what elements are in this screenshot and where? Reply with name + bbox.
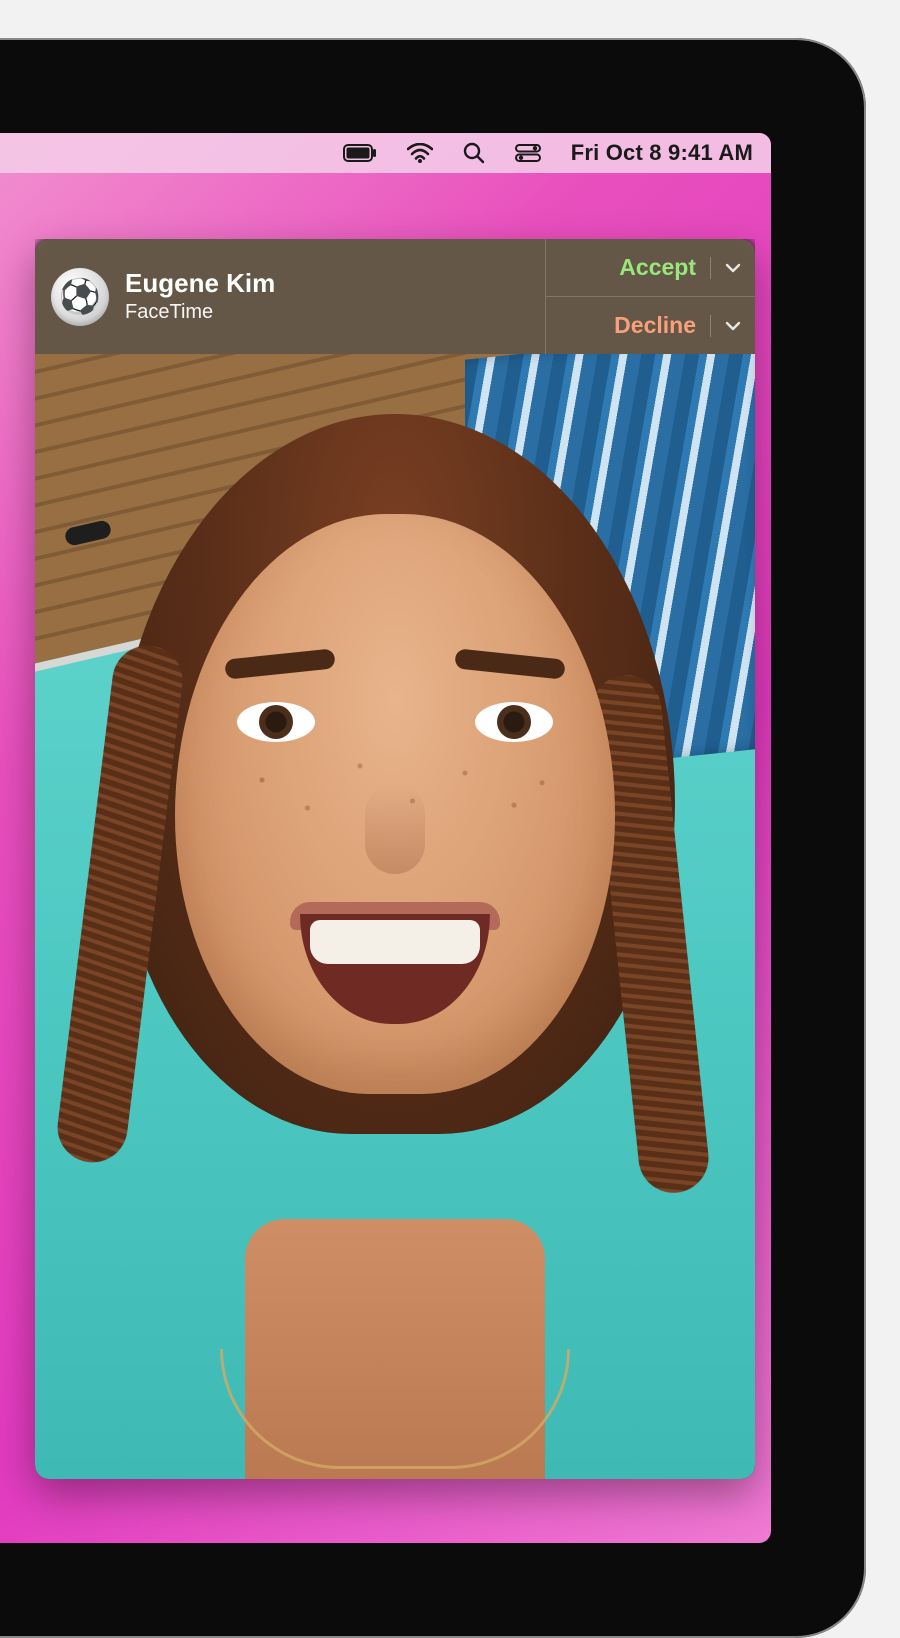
call-actions: Accept Decline [545, 239, 755, 354]
device-frame: Fri Oct 8 9:41 AM ⚽ Eugene Kim FaceTime … [0, 38, 866, 1638]
incoming-call-bar: ⚽ Eugene Kim FaceTime Accept Dec [35, 239, 755, 354]
search-icon[interactable] [463, 142, 485, 164]
caller-avatar: ⚽ [51, 268, 109, 326]
desktop-screen: Fri Oct 8 9:41 AM ⚽ Eugene Kim FaceTime … [0, 133, 771, 1543]
battery-icon[interactable] [343, 144, 377, 162]
soccer-ball-icon: ⚽ [59, 277, 101, 317]
caller-info: Eugene Kim FaceTime [125, 269, 275, 324]
accept-button[interactable]: Accept [546, 239, 755, 296]
divider [710, 315, 711, 337]
wifi-icon[interactable] [407, 143, 433, 163]
self-view-person [35, 354, 755, 1479]
divider [710, 257, 711, 279]
video-scene [35, 354, 755, 1479]
accept-options-chevron-icon[interactable] [725, 263, 741, 273]
menubar-datetime[interactable]: Fri Oct 8 9:41 AM [571, 140, 753, 166]
decline-label: Decline [614, 312, 696, 339]
facetime-window: ⚽ Eugene Kim FaceTime Accept Dec [35, 239, 755, 1479]
video-preview [35, 354, 755, 1479]
decline-button[interactable]: Decline [546, 296, 755, 354]
decline-options-chevron-icon[interactable] [725, 321, 741, 331]
menu-bar: Fri Oct 8 9:41 AM [0, 133, 771, 173]
caller-name: Eugene Kim [125, 269, 275, 299]
accept-label: Accept [619, 254, 696, 281]
caller-app-label: FaceTime [125, 301, 275, 324]
control-center-icon[interactable] [515, 144, 541, 162]
